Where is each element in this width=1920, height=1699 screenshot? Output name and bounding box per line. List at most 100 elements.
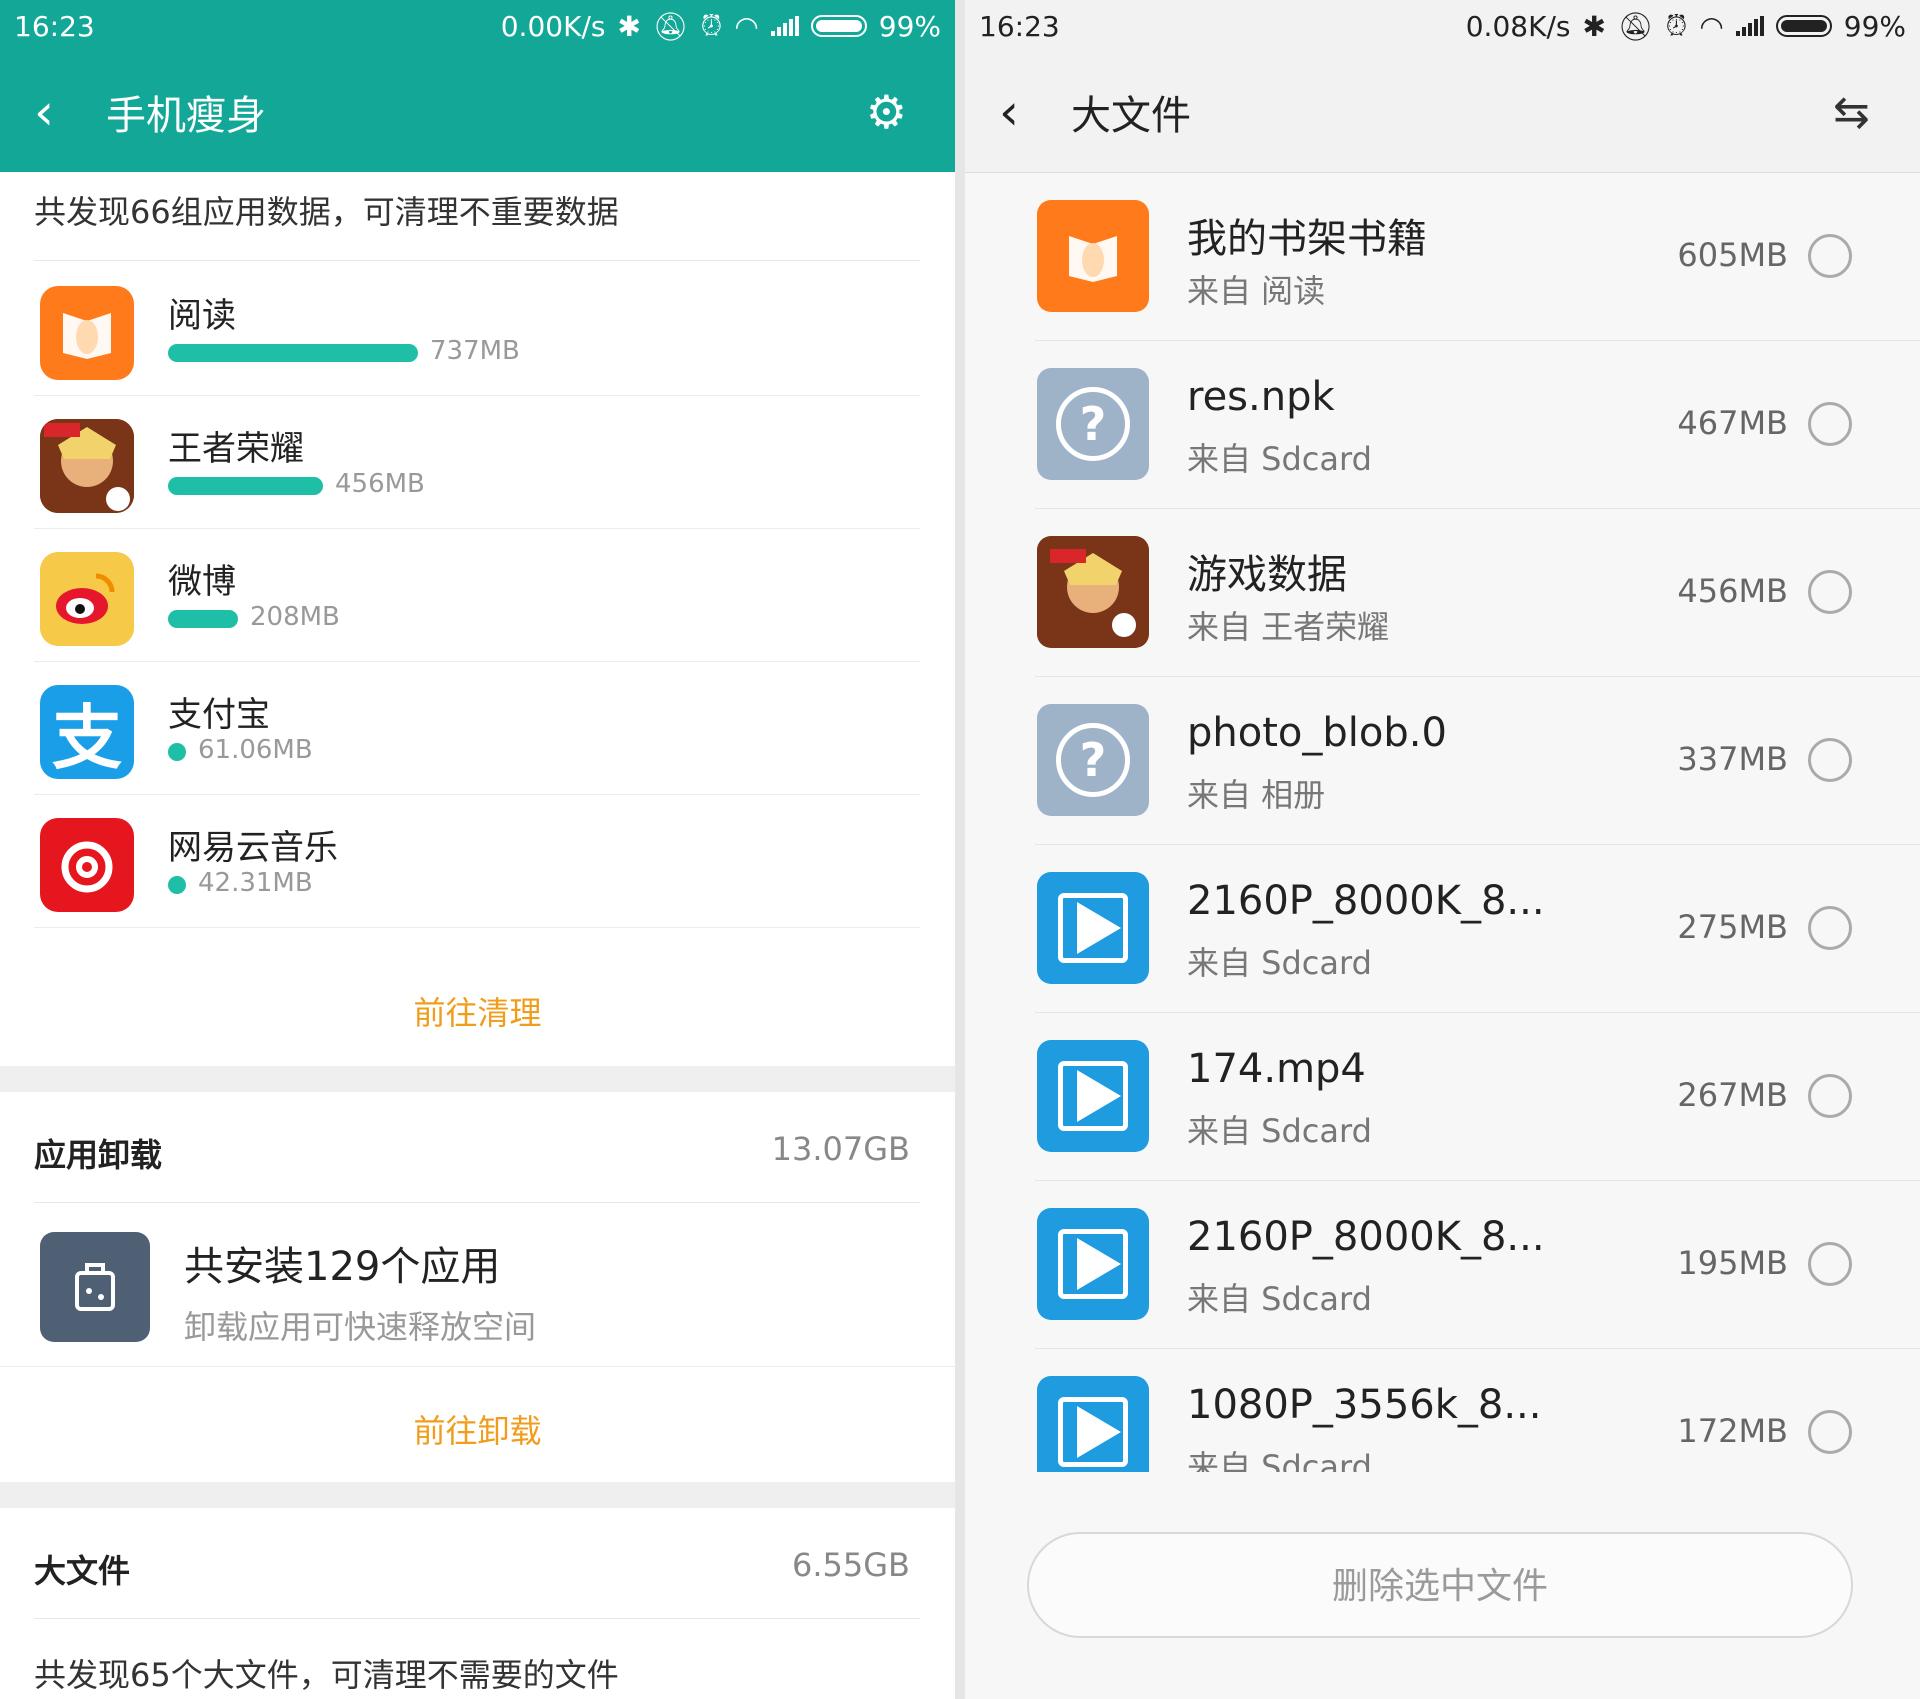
file-name: 2160P_8000K_8... <box>1187 878 1545 924</box>
weibo-icon <box>40 552 134 646</box>
app-data-summary: 共发现66组应用数据，可清理不重要数据 <box>34 172 920 261</box>
signal-icon <box>1735 16 1764 36</box>
big-file-list: 我的书架书籍 来自 阅读 605MB ? res.npk 来自 Sdcard 4… <box>965 172 1920 1472</box>
app-name: 王者荣耀 <box>168 429 304 469</box>
signal-icon <box>770 16 799 36</box>
file-row[interactable]: 2160P_8000K_8... 来自 Sdcard 275MB <box>1035 844 1920 1013</box>
usage-bar <box>168 610 238 628</box>
wifi-icon: ◠ <box>734 9 759 43</box>
file-name: 174.mp4 <box>1187 1046 1366 1092</box>
app-size: 61.06MB <box>198 735 313 765</box>
bigfile-size: 6.55GB <box>792 1546 910 1584</box>
back-icon[interactable]: ‹ <box>999 87 1019 137</box>
status-time: 16:23 <box>979 9 1060 43</box>
usage-bar <box>168 876 186 894</box>
phone-slimming-screen: 16:23 0.00K/s ✱ 🔕︎ ⏰︎ ◠ 99% ‹ 手机瘦身 ⚙ 共发现… <box>0 0 955 1699</box>
video-play-icon <box>1037 1040 1149 1152</box>
select-radio[interactable] <box>1808 234 1852 278</box>
file-row[interactable]: 1080P_3556k_8... 来自 Sdcard 172MB <box>1035 1348 1920 1472</box>
wifi-icon: ◠ <box>1699 9 1724 43</box>
file-source: 来自 相册 <box>1187 776 1326 814</box>
app-size: 42.31MB <box>198 868 313 898</box>
page-title: 大文件 <box>1071 93 1191 139</box>
app-name: 微博 <box>168 562 236 602</box>
uninstall-trash-icon <box>40 1232 150 1342</box>
go-clean-link[interactable]: 前往清理 <box>0 988 955 1034</box>
app-data-row[interactable]: 微博 208MB <box>34 528 920 662</box>
network-speed: 0.08K/s <box>1465 9 1571 43</box>
file-row[interactable]: ? res.npk 来自 Sdcard 467MB <box>1035 340 1920 509</box>
network-speed: 0.00K/s <box>500 9 606 43</box>
mute-bell-icon: 🔕︎ <box>1617 9 1654 43</box>
file-row[interactable]: 游戏数据 来自 王者荣耀 456MB <box>1035 508 1920 677</box>
app-data-row[interactable]: 网易云音乐 42.31MB <box>34 794 920 928</box>
file-size: 605MB <box>1677 236 1788 274</box>
book-icon <box>40 286 134 380</box>
file-source: 来自 Sdcard <box>1187 1280 1372 1318</box>
settings-gear-icon[interactable]: ⚙ <box>866 85 907 139</box>
back-icon[interactable]: ‹ <box>34 87 54 137</box>
select-radio[interactable] <box>1808 1074 1852 1118</box>
file-source: 来自 Sdcard <box>1187 944 1372 982</box>
select-radio[interactable] <box>1808 1242 1852 1286</box>
file-name: 游戏数据 <box>1187 552 1347 598</box>
unknown-file-icon: ? <box>1037 704 1149 816</box>
file-source: 来自 阅读 <box>1187 272 1326 310</box>
uninstall-hint: 卸载应用可快速释放空间 <box>184 1308 537 1346</box>
uninstall-label: 应用卸载 <box>34 1136 163 1174</box>
bluetooth-icon: ✱ <box>617 9 641 43</box>
page-title: 手机瘦身 <box>106 93 266 139</box>
battery-icon <box>1775 15 1832 37</box>
select-radio[interactable] <box>1808 570 1852 614</box>
app-data-row[interactable]: 阅读 737MB <box>34 262 920 396</box>
bigfile-summary: 共发现65个大文件，可清理不需要的文件 <box>34 1656 619 1694</box>
netease-music-icon <box>40 818 134 912</box>
file-size: 275MB <box>1677 908 1788 946</box>
mute-bell-icon: 🔕︎ <box>652 9 689 43</box>
video-play-icon <box>1037 1376 1149 1472</box>
title-bar: ‹ 手机瘦身 ⚙ <box>0 52 955 172</box>
video-play-icon <box>1037 872 1149 984</box>
status-time: 16:23 <box>14 9 95 43</box>
app-name: 支付宝 <box>168 695 270 735</box>
file-source: 来自 王者荣耀 <box>1187 608 1390 646</box>
file-size: 267MB <box>1677 1076 1788 1114</box>
select-radio[interactable] <box>1808 738 1852 782</box>
select-radio[interactable] <box>1808 1410 1852 1454</box>
title-bar: ‹ 大文件 ⇆ <box>965 52 1920 173</box>
status-bar: 16:23 0.08K/s ✱ 🔕︎ ⏰︎ ◠ 99% <box>965 0 1920 52</box>
app-data-row[interactable]: 王者荣耀 456MB <box>34 395 920 529</box>
video-play-icon <box>1037 1208 1149 1320</box>
file-row[interactable]: ? photo_blob.0 来自 相册 337MB <box>1035 676 1920 845</box>
uninstall-section-header: 应用卸载 13.07GB <box>34 1092 920 1203</box>
file-size: 456MB <box>1677 572 1788 610</box>
file-name: 1080P_3556k_8... <box>1187 1382 1542 1428</box>
file-source: 来自 Sdcard <box>1187 1112 1372 1150</box>
app-name: 阅读 <box>168 296 236 336</box>
file-row[interactable]: 我的书架书籍 来自 阅读 605MB <box>1035 172 1920 341</box>
usage-bar <box>168 743 186 761</box>
battery-level: 99% <box>878 9 941 43</box>
big-files-screen: 16:23 0.08K/s ✱ 🔕︎ ⏰︎ ◠ 99% ‹ 大文件 ⇆ 我的书架… <box>965 0 1920 1699</box>
bigfile-label: 大文件 <box>34 1552 131 1590</box>
go-uninstall-link[interactable]: 前往卸载 <box>0 1406 955 1452</box>
file-source: 来自 Sdcard <box>1187 440 1372 478</box>
sort-swap-icon[interactable]: ⇆ <box>1833 87 1870 138</box>
usage-bar <box>168 344 418 362</box>
app-data-row[interactable]: 支 支付宝 61.06MB <box>34 661 920 795</box>
battery-level: 99% <box>1843 9 1906 43</box>
delete-selected-button[interactable]: 删除选中文件 <box>1027 1532 1853 1638</box>
file-name: res.npk <box>1187 374 1335 420</box>
file-row[interactable]: 174.mp4 来自 Sdcard 267MB <box>1035 1012 1920 1181</box>
select-radio[interactable] <box>1808 402 1852 446</box>
file-name: 2160P_8000K_8... <box>1187 1214 1545 1260</box>
screen-divider <box>955 0 965 1699</box>
select-radio[interactable] <box>1808 906 1852 950</box>
game-hero-icon <box>40 419 134 513</box>
usage-bar <box>168 477 323 495</box>
unknown-file-icon: ? <box>1037 368 1149 480</box>
alarm-icon: ⏰︎ <box>700 9 723 42</box>
file-row[interactable]: 2160P_8000K_8... 来自 Sdcard 195MB <box>1035 1180 1920 1349</box>
installed-apps-count: 共安装129个应用 <box>184 1244 501 1290</box>
file-size: 195MB <box>1677 1244 1788 1282</box>
